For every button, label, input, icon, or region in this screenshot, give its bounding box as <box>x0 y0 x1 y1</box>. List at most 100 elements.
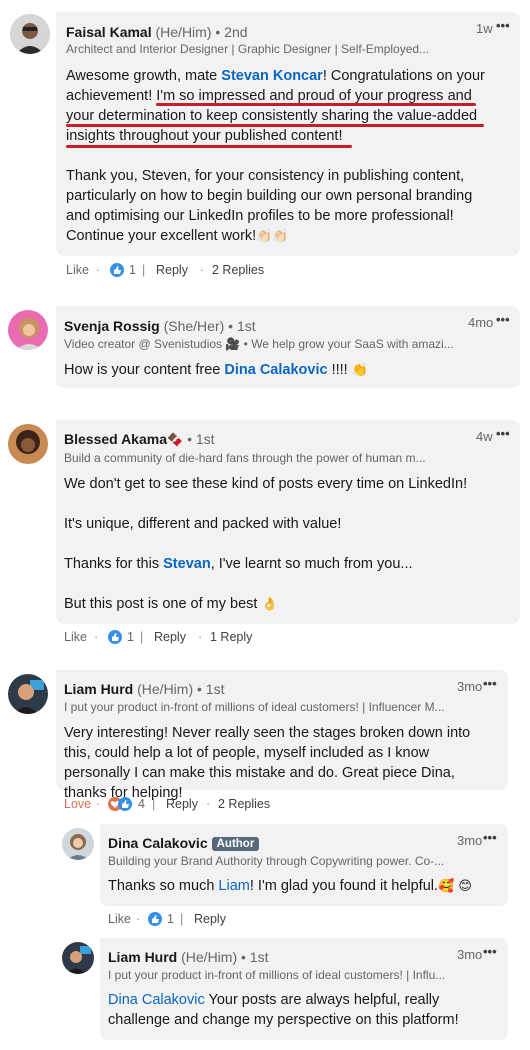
timestamp: 3mo <box>457 679 483 694</box>
name-text[interactable]: Blessed Akama <box>64 431 167 447</box>
chocolate-emoji: 🍫 <box>166 433 184 448</box>
like-reaction-icon <box>148 912 162 926</box>
reply-button[interactable]: Reply <box>194 912 226 926</box>
mention-link[interactable]: Dina Calakovic <box>108 992 205 1008</box>
name-text[interactable]: Liam Hurd <box>108 949 177 965</box>
connection-degree: • 2nd <box>215 24 248 40</box>
comment-text-part: Awesome growth, mate <box>66 68 222 84</box>
comment-text: Awesome growth, mate Stevan Koncar! Cong… <box>66 66 496 247</box>
comment-text-part: Thanks for this <box>64 556 164 572</box>
view-replies-link[interactable]: 2 Replies <box>212 263 264 277</box>
pronouns: (He/Him) <box>137 681 194 697</box>
like-button[interactable]: Like <box>66 263 89 277</box>
more-options-icon[interactable]: ••• <box>496 312 510 327</box>
clap-emoji: 👏🏻👏🏻 <box>256 229 289 244</box>
comment-text: We don't get to see these kind of posts … <box>64 474 504 615</box>
separator: · <box>96 797 101 811</box>
avatar[interactable] <box>8 674 48 714</box>
commenter-headline: Build a community of die-hard fans throu… <box>64 451 426 465</box>
name-text[interactable]: Svenja Rossig <box>64 318 160 334</box>
view-replies-link[interactable]: 2 Replies <box>218 797 270 811</box>
comment-text: How is your content free Dina Calakovic … <box>64 360 504 381</box>
more-options-icon[interactable]: ••• <box>483 676 497 691</box>
reaction-count[interactable]: 1 <box>127 630 134 644</box>
timestamp: 3mo <box>457 833 483 848</box>
connection-degree: • 1st <box>197 681 225 697</box>
avatar-photo-icon <box>62 828 94 860</box>
timestamp: 3mo <box>457 947 483 962</box>
separator: · <box>136 912 141 926</box>
like-reaction-icon <box>118 797 132 811</box>
timestamp: 1w <box>476 21 493 36</box>
commenter-headline: Video creator @ Svenistudios 🎥 • We help… <box>64 337 454 351</box>
comment-text-part: How is your content free <box>64 362 225 378</box>
mention-link[interactable]: Stevan Koncar <box>221 68 323 84</box>
separator: · <box>200 263 205 277</box>
separator: | <box>142 263 146 277</box>
reaction-count[interactable]: 1 <box>167 912 174 926</box>
comment-text: Dina Calakovic Your posts are always hel… <box>108 990 498 1030</box>
mention-link[interactable]: Liam <box>218 878 249 894</box>
commenter-name[interactable]: Liam Hurd (He/Him) • 1st <box>64 681 224 697</box>
connection-degree: • 1st <box>228 318 256 334</box>
reply-button[interactable]: Reply <box>166 797 198 811</box>
name-text[interactable]: Dina Calakovic <box>108 835 208 851</box>
love-button[interactable]: Love <box>64 797 91 811</box>
more-options-icon[interactable]: ••• <box>496 426 510 441</box>
commenter-name[interactable]: Svenja Rossig (She/Her) • 1st <box>64 318 256 334</box>
reply-button[interactable]: Reply <box>154 630 186 644</box>
timestamp: 4w <box>476 429 493 444</box>
separator: · <box>198 630 203 644</box>
ok-hand-emoji: 👌 <box>261 597 278 612</box>
mention-link[interactable]: Dina Calakovic <box>224 362 327 378</box>
name-text[interactable]: Faisal Kamal <box>66 24 152 40</box>
commenter-name[interactable]: Faisal Kamal (He/Him) • 2nd <box>66 24 248 40</box>
reaction-count[interactable]: 4 <box>138 797 145 811</box>
highlight-underline <box>66 124 484 127</box>
avatar[interactable] <box>8 424 48 464</box>
like-reaction-icon <box>108 630 122 644</box>
commenter-headline: Architect and Interior Designer | Graphi… <box>66 42 430 56</box>
avatar[interactable] <box>62 942 94 974</box>
more-options-icon[interactable]: ••• <box>496 18 510 33</box>
separator: | <box>180 912 184 926</box>
separator: | <box>152 797 156 811</box>
name-text[interactable]: Liam Hurd <box>64 681 133 697</box>
reply-button[interactable]: Reply <box>156 263 188 277</box>
commenter-name[interactable]: Liam Hurd (He/Him) • 1st <box>108 949 268 965</box>
commenter-name[interactable]: Dina Calakovic Author <box>108 835 260 851</box>
comment-paragraph: Thanks for this Stevan, I've learnt so m… <box>64 554 504 574</box>
like-button[interactable]: Like <box>64 630 87 644</box>
comment-text-part: !!!! <box>327 362 352 378</box>
pronouns: (She/Her) <box>163 318 225 334</box>
avatar-photo-icon <box>62 942 94 974</box>
avatar[interactable] <box>8 310 48 350</box>
mention-link[interactable]: Stevan <box>163 556 211 572</box>
separator: · <box>94 630 99 644</box>
like-button[interactable]: Like <box>108 912 131 926</box>
comment-text-part: But this post is one of my best <box>64 596 262 612</box>
avatar-photo-icon <box>8 674 48 714</box>
more-options-icon[interactable]: ••• <box>483 944 497 959</box>
comment-text-part: Thanks so much <box>108 878 219 894</box>
comment-text: Thanks so much Liam! I'm glad you found … <box>108 876 498 897</box>
comment-text-part: ! I'm glad you found it helpful. <box>249 878 439 894</box>
avatar[interactable] <box>10 14 50 54</box>
more-options-icon[interactable]: ••• <box>483 830 497 845</box>
comment-paragraph: But this post is one of my best 👌 <box>64 594 504 615</box>
separator: · <box>96 263 101 277</box>
comment-paragraph: We don't get to see these kind of posts … <box>64 476 468 492</box>
avatar[interactable] <box>62 828 94 860</box>
like-reaction-icon <box>110 263 124 277</box>
comment-actions: Love · 4 | Reply · 2 Replies <box>64 797 364 813</box>
avatar-photo-icon <box>8 424 48 464</box>
pronouns: (He/Him) <box>181 949 238 965</box>
connection-degree: • 1st <box>187 431 215 447</box>
comment-text-part: , I've learnt so much from you... <box>210 556 413 572</box>
avatar-photo-icon <box>10 14 50 54</box>
comment-paragraph: It's unique, different and packed with v… <box>64 516 342 532</box>
comment-actions: Like · 1 | Reply <box>108 912 308 928</box>
view-replies-link[interactable]: 1 Reply <box>210 630 252 644</box>
commenter-name[interactable]: Blessed Akama🍫 • 1st <box>64 431 215 448</box>
reaction-count[interactable]: 1 <box>129 263 136 277</box>
